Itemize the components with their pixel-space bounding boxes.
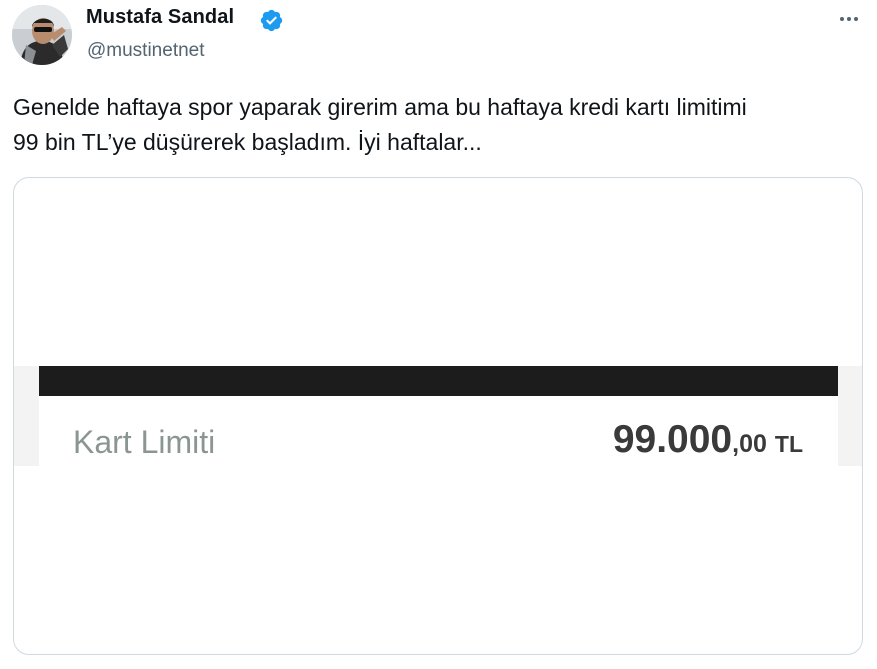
author-display-name[interactable]: Mustafa Sandal: [86, 6, 234, 29]
tweet-text: Genelde haftaya spor yaparak girerim ama…: [13, 90, 868, 160]
more-options-icon: [840, 17, 858, 21]
card-limit-panel: Kart Limiti 99.000,00 TL: [39, 396, 838, 466]
tweet-text-line: 99 bin TL’ye düşürerek başladım. İyi haf…: [13, 129, 482, 155]
image-margin: [838, 366, 862, 466]
image-header-bar: [39, 366, 838, 396]
card-limit-value: 99.000,00 TL: [613, 418, 803, 462]
author-handle[interactable]: @mustinetnet: [87, 40, 205, 62]
verified-badge-icon: [260, 9, 283, 32]
avatar-photo-icon: [12, 5, 72, 65]
card-limit-label: Kart Limiti: [73, 424, 216, 460]
tweet-media[interactable]: Kart Limiti 99.000,00 TL: [13, 177, 863, 655]
tweet: Mustafa Sandal @mustinetnet Genelde haft…: [0, 0, 877, 669]
image-margin: [14, 366, 39, 466]
card-limit-decimals: ,00: [732, 430, 767, 458]
media-image: Kart Limiti 99.000,00 TL: [14, 366, 862, 466]
tweet-text-line: Genelde haftaya spor yaparak girerim ama…: [13, 94, 747, 120]
author-avatar[interactable]: [12, 5, 72, 65]
card-limit-amount: 99.000: [612, 418, 733, 461]
card-limit-currency: TL: [774, 431, 803, 457]
more-options-button[interactable]: [834, 4, 864, 34]
